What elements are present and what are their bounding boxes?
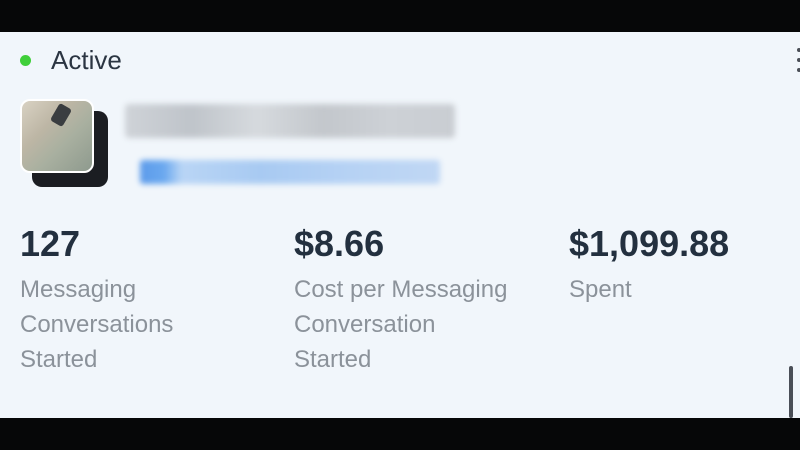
video-frame: Active 127 Messaging Conversations Start… [0, 0, 800, 450]
metric-cost-per-conversation: $8.66 Cost per Messaging Conversation St… [294, 222, 554, 377]
metric-value: $1,099.88 [569, 223, 730, 264]
metric-value: 127 [20, 223, 81, 264]
metric-label: Spent [569, 276, 632, 303]
metric-amount-spent: $1,099.88 Spent [569, 222, 789, 307]
metric-label: Messaging Conversations Started [20, 276, 174, 373]
metric-value: $8.66 [294, 223, 385, 264]
metric-messaging-conversations: 127 Messaging Conversations Started [20, 222, 260, 377]
metric-label: Cost per Messaging Conversation Started [294, 276, 508, 373]
ad-thumbnail[interactable] [20, 99, 110, 189]
status-label: Active [51, 44, 122, 75]
active-status-dot-icon [20, 54, 31, 66]
ad-link-redacted[interactable] [140, 160, 440, 184]
status-indicator: Active [20, 44, 122, 76]
scrollbar[interactable] [789, 366, 793, 418]
ad-summary-card[interactable]: Active 127 Messaging Conversations Start… [0, 32, 800, 418]
more-options-icon[interactable] [796, 48, 800, 72]
ad-image-thumbnail-icon [20, 99, 94, 173]
ad-name-redacted[interactable] [125, 104, 455, 138]
